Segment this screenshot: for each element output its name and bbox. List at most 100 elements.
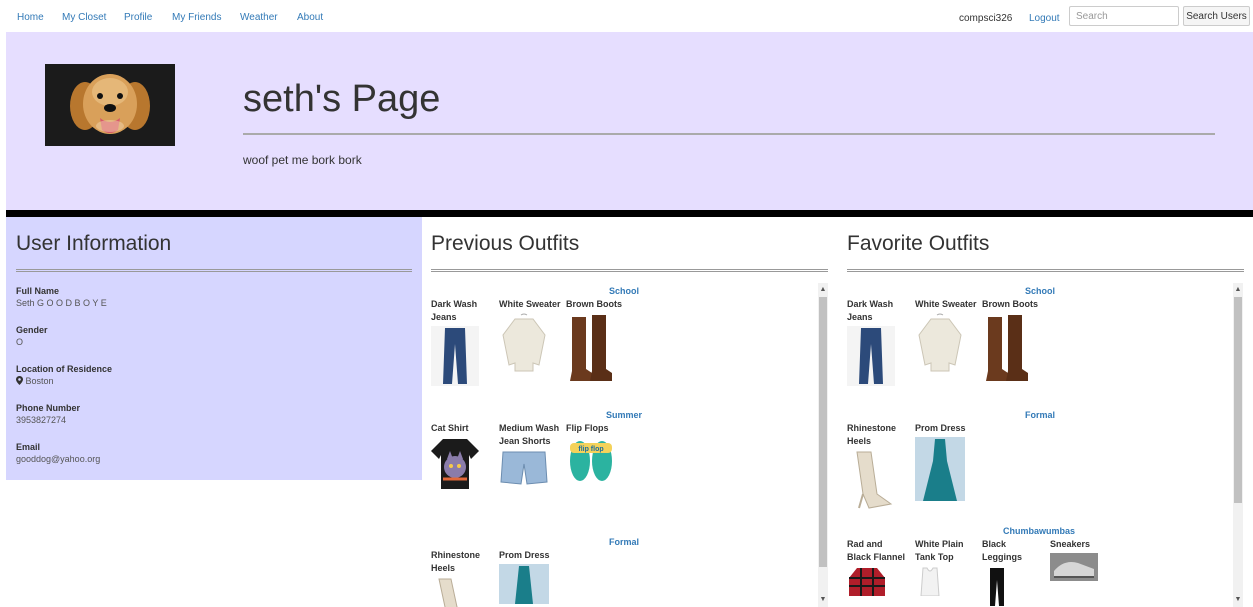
- scroll-up-icon[interactable]: ▲: [1233, 285, 1243, 295]
- item-name: Dark Wash Jeans: [431, 299, 478, 322]
- outfit-item[interactable]: Cat Shirt: [431, 422, 493, 494]
- previous-outfits-list[interactable]: School Dark Wash Jeans White Sweater Bro…: [431, 283, 829, 607]
- boots-icon: [986, 315, 1028, 381]
- user-info-heading: User Information: [16, 232, 172, 255]
- jeans-icon: [847, 326, 895, 386]
- gender-label: Gender: [16, 325, 48, 335]
- flip-flops-icon: flip flop: [570, 441, 612, 481]
- item-name: Rhinestone Heels: [847, 423, 897, 446]
- outfit-item[interactable]: Flip Flops flip flop: [566, 422, 628, 488]
- item-name: Cat Shirt: [431, 423, 469, 433]
- nav-username: compsci326: [959, 13, 1013, 24]
- heels-icon: [438, 578, 458, 607]
- search-users-button[interactable]: Search Users: [1183, 6, 1250, 26]
- full-name-label: Full Name: [16, 286, 60, 296]
- outfit-group-title: Summer: [606, 410, 643, 420]
- favorite-outfits-list[interactable]: School Dark Wash Jeans White Sweater Bro…: [847, 283, 1233, 607]
- nav-profile[interactable]: Profile: [124, 12, 152, 23]
- sweater-icon: [502, 313, 546, 372]
- nav-weather[interactable]: Weather: [240, 12, 278, 23]
- outfit-group-title: School: [1025, 286, 1056, 296]
- dog-avatar-icon: [45, 64, 175, 146]
- email-label: Email: [16, 442, 41, 452]
- item-name: Rhinestone Heels: [431, 550, 481, 573]
- user-info-rule: [16, 269, 412, 272]
- heels-icon: [856, 451, 893, 509]
- outfit-item[interactable]: Black Leggings: [982, 538, 1044, 607]
- outfit-item[interactable]: Brown Boots: [566, 298, 628, 388]
- outfit-item[interactable]: Brown Boots: [982, 298, 1044, 388]
- search-input[interactable]: [1069, 6, 1179, 26]
- outfit-item[interactable]: White Sweater: [499, 298, 561, 378]
- tank-top-icon: [920, 567, 940, 597]
- phone-value: 3953827274: [16, 415, 67, 425]
- outfit-group-title: School: [609, 286, 640, 296]
- outfit-item[interactable]: Rhinestone Heels: [431, 549, 493, 607]
- item-name: Sneakers: [1050, 539, 1091, 549]
- scroll-thumb[interactable]: [819, 297, 827, 567]
- item-name: Prom Dress: [499, 550, 550, 560]
- outfit-group-title: Chumbawumbas: [1003, 526, 1076, 536]
- outfit-group-title: Formal: [1025, 410, 1056, 420]
- flip-flop-label: flip flop: [578, 446, 603, 453]
- avatar: [45, 64, 175, 146]
- item-name: Brown Boots: [982, 299, 1038, 309]
- header-divider: [6, 210, 1253, 217]
- favorite-outfits-rule: [847, 269, 1244, 272]
- scroll-up-icon[interactable]: ▲: [818, 285, 828, 295]
- logout-link[interactable]: Logout: [1029, 13, 1060, 24]
- prom-dress-icon: [499, 564, 549, 604]
- previous-scrollbar[interactable]: ▲ ▼: [818, 283, 828, 607]
- nav-home[interactable]: Home: [17, 12, 44, 23]
- navbar: Home My Closet Profile My Friends Weathe…: [0, 0, 1253, 32]
- full-name-value: Seth G O O D B O Y E: [16, 298, 107, 308]
- title-rule: [243, 133, 1215, 135]
- outfit-item[interactable]: Rad and Black Flannel: [847, 538, 909, 601]
- item-name: Brown Boots: [566, 299, 622, 309]
- item-name: White Sweater: [499, 299, 561, 309]
- cat-shirt-icon: [431, 439, 479, 489]
- gender-value: O: [16, 337, 24, 347]
- boots-icon: [570, 315, 612, 381]
- previous-outfits-rule: [431, 269, 828, 272]
- previous-outfits-heading: Previous Outfits: [431, 232, 580, 255]
- outfit-item[interactable]: Dark Wash Jeans: [431, 298, 493, 391]
- jeans-icon: [431, 326, 479, 386]
- scroll-thumb[interactable]: [1234, 297, 1242, 503]
- scroll-down-icon[interactable]: ▼: [818, 595, 828, 605]
- item-name: Dark Wash Jeans: [847, 299, 894, 322]
- item-name: Black Leggings: [982, 539, 1022, 562]
- item-name: Rad and Black Flannel: [847, 539, 906, 562]
- leggings-icon: [990, 568, 1004, 606]
- outfit-item[interactable]: Dark Wash Jeans: [847, 298, 909, 391]
- jean-shorts-icon: [500, 451, 548, 485]
- flannel-icon: [849, 568, 885, 596]
- item-name: Prom Dress: [915, 423, 966, 433]
- outfit-item[interactable]: White Plain Tank Top: [915, 538, 977, 601]
- nav-about[interactable]: About: [297, 12, 323, 23]
- scroll-down-icon[interactable]: ▼: [1233, 595, 1243, 605]
- email-value: gooddog@yahoo.org: [16, 454, 101, 464]
- nav-my-closet[interactable]: My Closet: [62, 12, 106, 23]
- sneakers-icon: [1050, 553, 1098, 581]
- favorite-scrollbar[interactable]: ▲ ▼: [1233, 283, 1243, 607]
- map-marker-icon: [16, 376, 23, 385]
- profile-tagline: woof pet me bork bork: [243, 153, 362, 167]
- outfit-item[interactable]: Rhinestone Heels: [847, 422, 909, 515]
- location-value: Boston: [16, 376, 54, 386]
- nav-my-friends[interactable]: My Friends: [172, 12, 221, 23]
- page-title: seth's Page: [243, 78, 441, 120]
- item-name: Flip Flops: [566, 423, 609, 433]
- outfit-item[interactable]: Prom Dress: [499, 549, 561, 607]
- user-info-panel: User Information Full Name Seth G O O D …: [6, 217, 422, 480]
- outfit-item[interactable]: Sneakers: [1050, 538, 1112, 586]
- outfit-item[interactable]: Prom Dress: [915, 422, 977, 506]
- prom-dress-icon: [915, 437, 965, 501]
- favorite-outfits-heading: Favorite Outfits: [847, 232, 990, 255]
- outfit-item[interactable]: Medium Wash Jean Shorts: [499, 422, 561, 491]
- item-name: White Sweater: [915, 299, 977, 309]
- outfit-group-title: Formal: [609, 537, 640, 547]
- item-name: Medium Wash Jean Shorts: [499, 423, 560, 446]
- outfit-item[interactable]: White Sweater: [915, 298, 977, 378]
- item-name: White Plain Tank Top: [915, 539, 964, 562]
